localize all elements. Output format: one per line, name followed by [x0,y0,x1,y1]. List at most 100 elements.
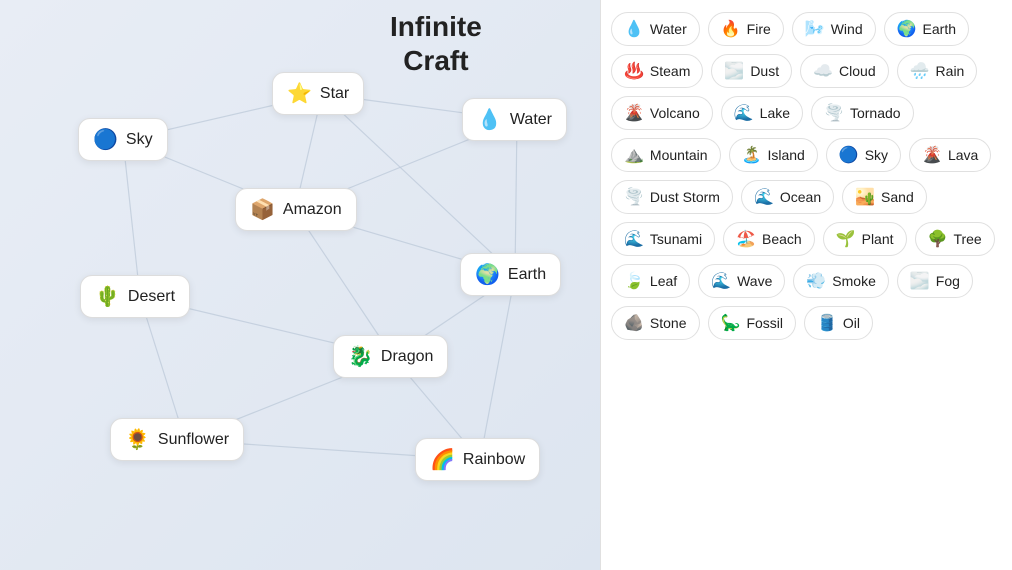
chip-label: Sky [865,147,888,163]
item-chip-lake[interactable]: 🌊Lake [721,96,803,130]
chip-label: Volcano [650,105,700,121]
item-chip-dust[interactable]: 🌫️ Dust [711,54,792,88]
item-chip-cloud[interactable]: ☁️ Cloud [800,54,889,88]
items-grid: 💧Water 🔥 Fire 🌬️ Wind 🌍Earth ♨️ Steam 🌫️ Dust ☁️ Cl… [611,12,1002,340]
chip-emoji: 🏖️ [736,229,756,249]
item-chip-plant[interactable]: 🌱 Plant [823,222,907,256]
chip-label: Mountain [650,147,708,163]
sky-label: Sky [126,131,153,149]
star-emoji: ⭐ [287,81,312,106]
water-emoji: 💧 [477,107,502,132]
chip-label: Ocean [780,189,821,205]
item-chip-tsunami[interactable]: 🌊Tsunami [611,222,715,256]
item-chip-fossil[interactable]: 🦕 Fossil [708,306,796,340]
chip-label: Lava [948,147,978,163]
craft-item-star[interactable]: ⭐ Star [272,72,364,115]
chip-emoji: 🌊 [734,103,754,123]
item-chip-beach[interactable]: 🏖️ Beach [723,222,815,256]
item-chip-tree[interactable]: 🌳Tree [915,222,995,256]
item-chip-tornado[interactable]: 🌪️Tornado [811,96,914,130]
craft-item-dragon[interactable]: 🐉 Dragon [333,335,448,378]
chip-emoji: 💨 [806,271,826,291]
chip-emoji: ☁️ [813,61,833,81]
craft-item-earth[interactable]: 🌍Earth [460,253,561,296]
chip-emoji: 🌬️ [805,19,825,39]
item-chip-dust-storm[interactable]: 🌪️Dust Storm [611,180,733,214]
chip-label: Wind [831,21,863,37]
item-chip-sky[interactable]: 🔵 Sky [826,138,901,172]
sky-emoji: 🔵 [93,127,118,152]
chip-label: Wave [737,273,772,289]
chip-emoji: 🏝️ [742,145,762,165]
chip-emoji: 🌊 [711,271,731,291]
chip-emoji: 🌫️ [910,271,930,291]
sunflower-emoji: 🌻 [125,427,150,452]
chip-label: Dust [750,63,779,79]
desert-emoji: 🌵 [95,284,120,309]
item-chip-island[interactable]: 🏝️ Island [729,138,818,172]
craft-item-rainbow[interactable]: 🌈 Rainbow [415,438,540,481]
sunflower-label: Sunflower [158,431,229,449]
chip-emoji: 🏜️ [855,187,875,207]
chip-emoji: 🌪️ [624,187,644,207]
chip-label: Smoke [832,273,876,289]
item-chip-water[interactable]: 💧Water [611,12,700,46]
chip-label: Sand [881,189,914,205]
desert-label: Desert [128,288,175,306]
item-chip-volcano[interactable]: 🌋 Volcano [611,96,713,130]
chip-emoji: 🌫️ [724,61,744,81]
amazon-label: Amazon [283,201,342,219]
item-chip-fog[interactable]: 🌫️ Fog [897,264,973,298]
earth-label: Earth [508,266,546,284]
craft-item-water[interactable]: 💧Water [462,98,567,141]
item-chip-rain[interactable]: 🌧️Rain [897,54,978,88]
dragon-emoji: 🐉 [348,344,373,369]
item-chip-lava[interactable]: 🌋Lava [909,138,991,172]
chip-label: Beach [762,231,802,247]
chip-label: Fossil [746,315,783,331]
star-label: Star [320,85,349,103]
item-chip-steam[interactable]: ♨️ Steam [611,54,703,88]
chip-emoji: 🌧️ [910,61,930,81]
chip-label: Earth [923,21,956,37]
chip-label: Water [650,21,687,37]
craft-item-desert[interactable]: 🌵 Desert [80,275,190,318]
app-title: InfiniteCraft [390,10,482,77]
chip-emoji: 🌋 [624,103,644,123]
item-chip-stone[interactable]: 🪨Stone [611,306,700,340]
item-chip-mountain[interactable]: ⛰️Mountain [611,138,721,172]
rainbow-emoji: 🌈 [430,447,455,472]
item-chip-wind[interactable]: 🌬️ Wind [792,12,876,46]
chip-emoji: ♨️ [624,61,644,81]
item-chip-leaf[interactable]: 🍃Leaf [611,264,690,298]
dragon-label: Dragon [381,348,433,366]
chip-label: Oil [843,315,860,331]
items-panel[interactable]: 💧Water 🔥 Fire 🌬️ Wind 🌍Earth ♨️ Steam 🌫️ Dust ☁️ Cl… [600,0,1012,570]
chip-emoji: 🌪️ [824,103,844,123]
chip-emoji: 🌱 [836,229,856,249]
chip-emoji: 🌊 [754,187,774,207]
craft-item-amazon[interactable]: 📦Amazon [235,188,357,231]
chip-label: Steam [650,63,690,79]
chip-label: Plant [862,231,894,247]
chip-label: Fog [936,273,960,289]
chip-emoji: 🔥 [721,19,741,39]
item-chip-wave[interactable]: 🌊 Wave [698,264,785,298]
rainbow-label: Rainbow [463,451,525,469]
item-chip-earth[interactable]: 🌍Earth [884,12,969,46]
craft-item-sunflower[interactable]: 🌻 Sunflower [110,418,244,461]
chip-emoji: 🪨 [624,313,644,333]
chip-emoji: 🛢️ [817,313,837,333]
item-chip-oil[interactable]: 🛢️ Oil [804,306,873,340]
item-chip-ocean[interactable]: 🌊 Ocean [741,180,834,214]
craft-item-sky[interactable]: 🔵 Sky [78,118,168,161]
chip-emoji: 🦕 [721,313,741,333]
chip-label: Fire [747,21,771,37]
craft-area: InfiniteCraft 🔵 Sky ⭐ Star 💧Water 📦Amazon 🌍Ear… [0,0,600,570]
chip-emoji: 🔵 [839,145,859,165]
chip-label: Cloud [839,63,876,79]
item-chip-sand[interactable]: 🏜️ Sand [842,180,927,214]
item-chip-smoke[interactable]: 💨 Smoke [793,264,889,298]
item-chip-fire[interactable]: 🔥 Fire [708,12,784,46]
chip-label: Island [767,147,804,163]
